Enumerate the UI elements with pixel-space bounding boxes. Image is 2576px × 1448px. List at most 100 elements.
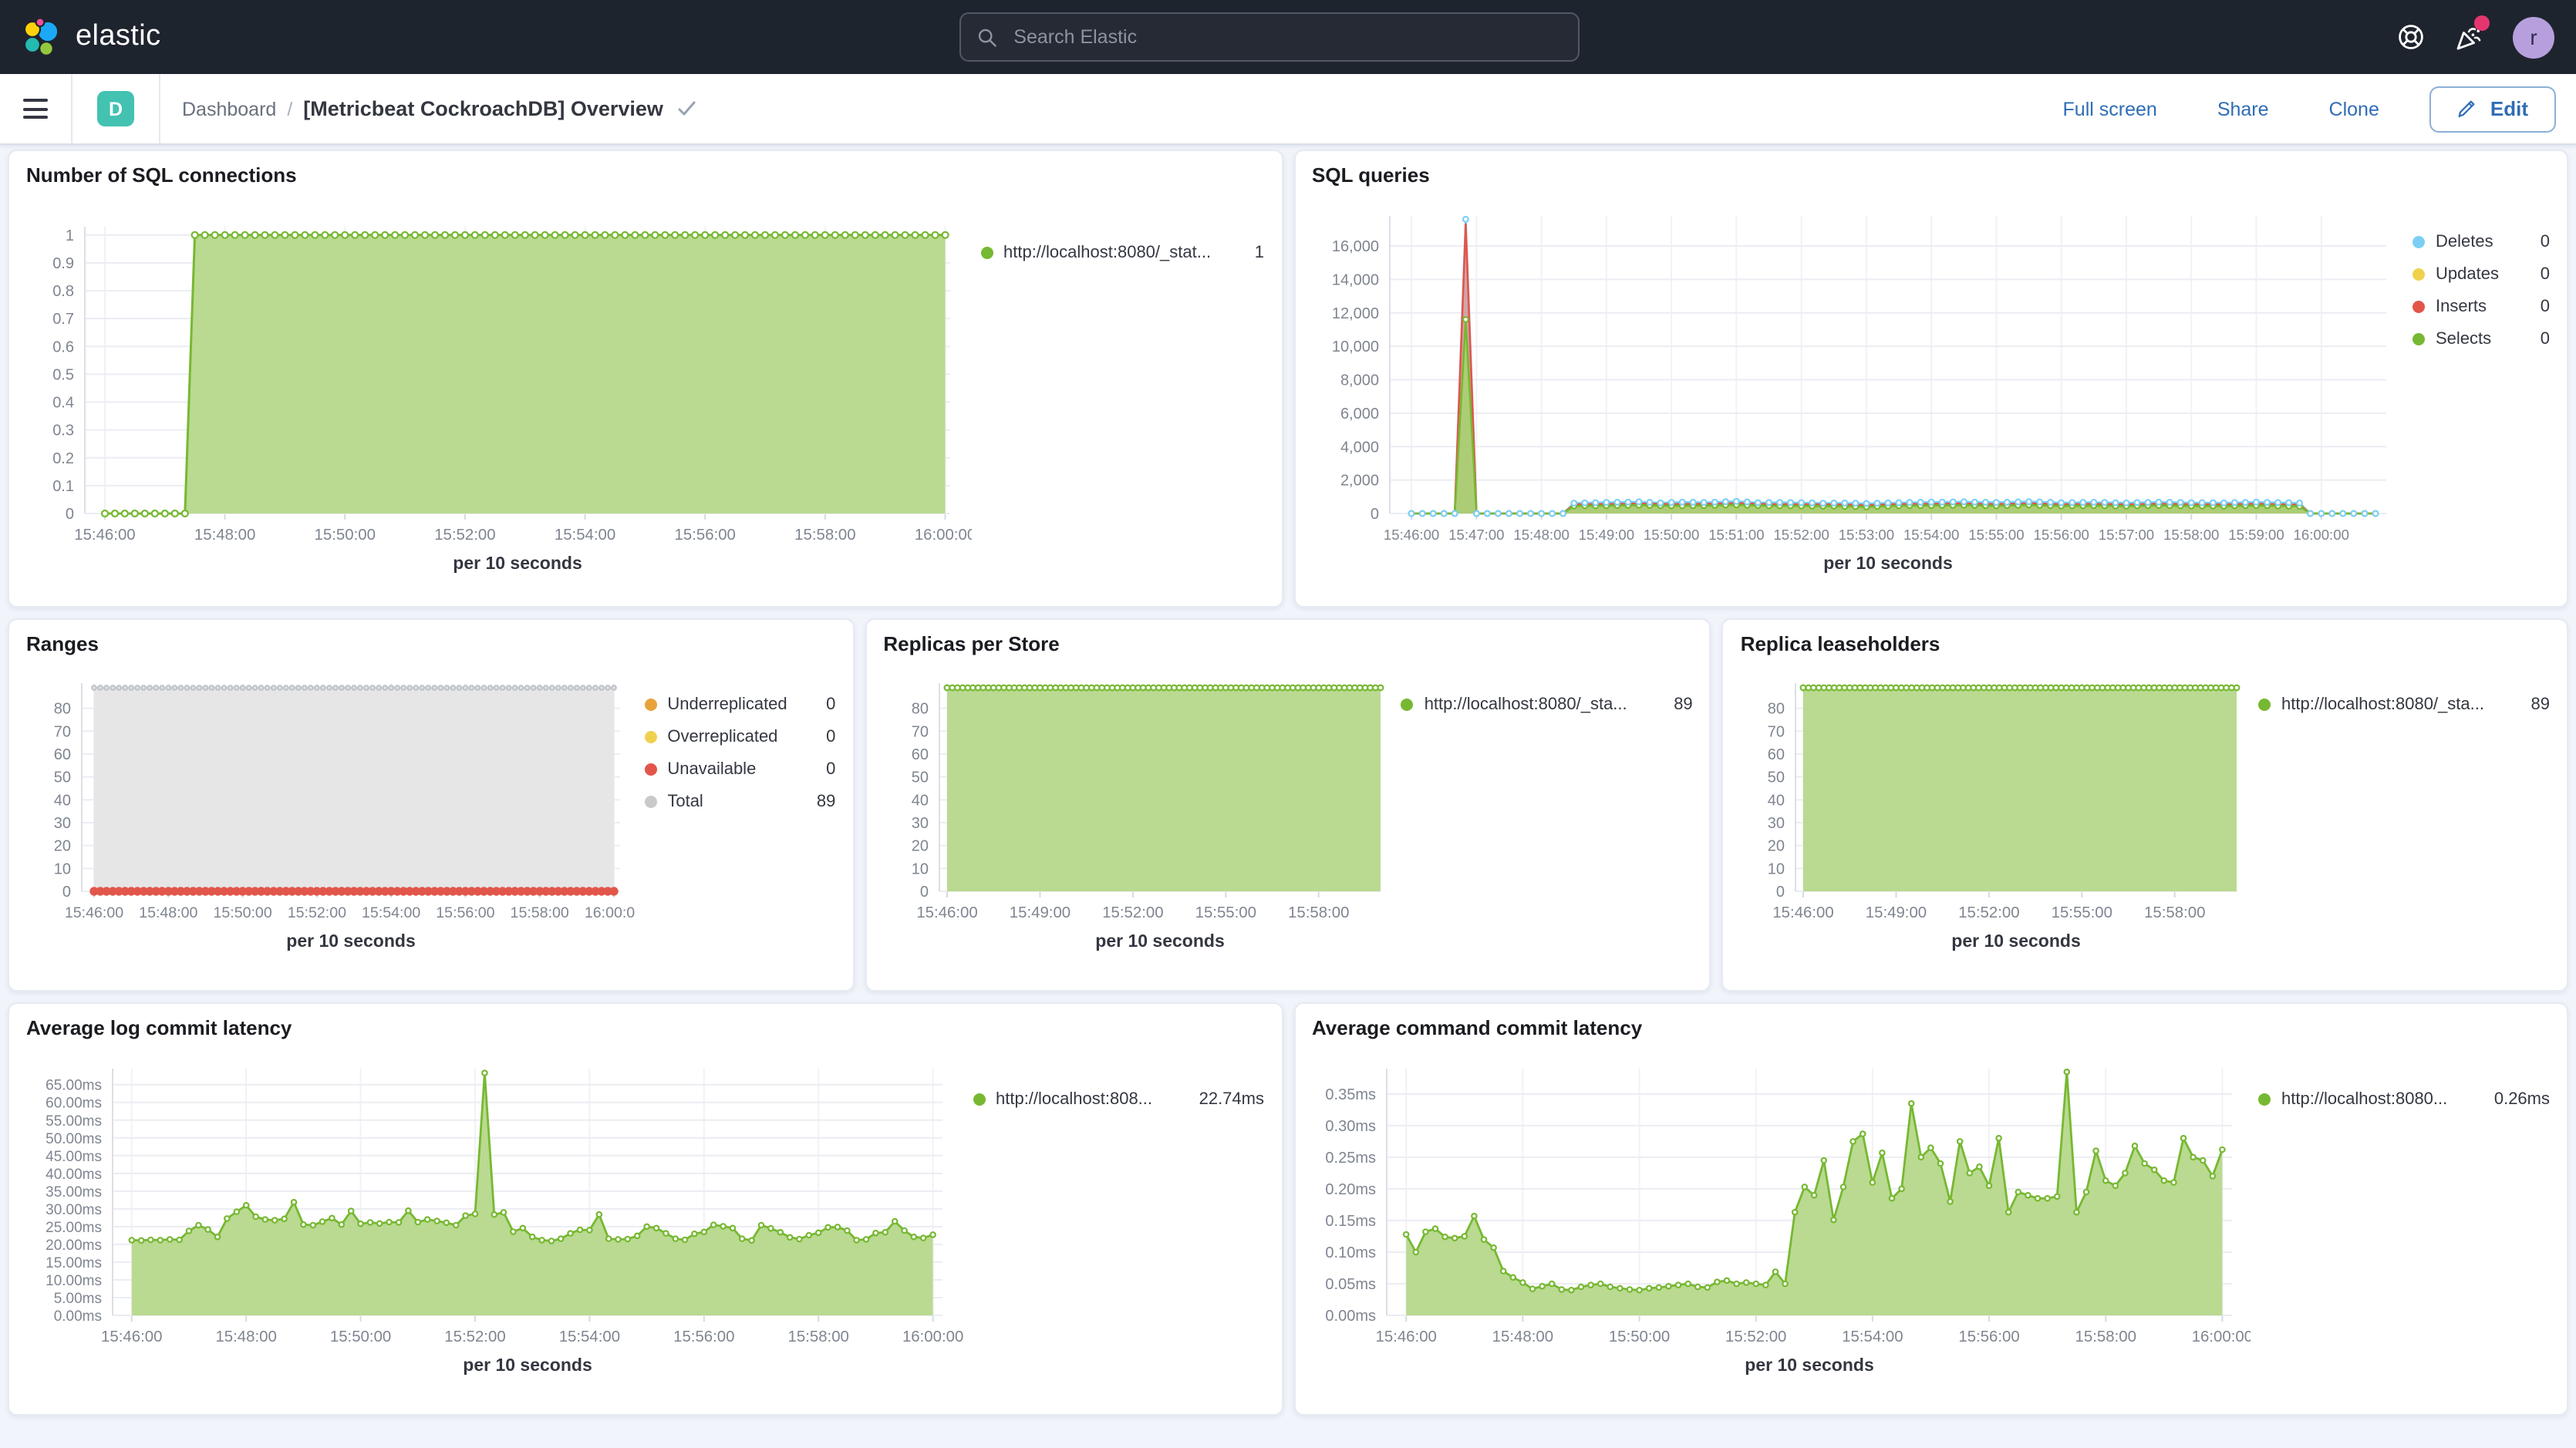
svg-text:15:46:00: 15:46:00	[916, 904, 977, 921]
svg-text:60: 60	[911, 746, 928, 763]
svg-text:0: 0	[1370, 506, 1378, 523]
panel-title[interactable]: Ranges	[26, 632, 835, 660]
legend-value: 0	[826, 727, 835, 746]
full-screen-button[interactable]: Full screen	[2054, 96, 2166, 121]
svg-text:15:50:00: 15:50:00	[1608, 1328, 1669, 1345]
svg-text:15:46:00: 15:46:00	[74, 527, 135, 544]
svg-text:70: 70	[911, 723, 928, 740]
legend-label: Unavailable	[667, 759, 815, 778]
legend-dot-icon	[644, 730, 656, 743]
panel-title[interactable]: Replicas per Store	[883, 632, 1692, 660]
svg-text:15:58:00: 15:58:00	[2075, 1328, 2136, 1345]
chart-sql-connections[interactable]: 00.10.20.30.40.50.60.70.80.9115:46:0015:…	[26, 191, 971, 594]
svg-text:14,000: 14,000	[1331, 271, 1378, 288]
legend-value: 0	[2541, 232, 2550, 251]
svg-text:15:48:00: 15:48:00	[1512, 527, 1568, 543]
legend-item[interactable]: http://localhost:8080/_sta... 89	[2258, 694, 2550, 714]
svg-text:15:58:00: 15:58:00	[511, 904, 569, 921]
panel-title[interactable]: Replica leaseholders	[1741, 632, 2550, 660]
legend-item[interactable]: http://localhost:8080/_stat...1	[980, 242, 1264, 262]
svg-text:12,000: 12,000	[1331, 305, 1378, 322]
area-chart: 0102030405060708015:46:0015:48:0015:50:0…	[26, 660, 636, 978]
page-title[interactable]: [Metricbeat CockroachDB] Overview	[303, 97, 663, 120]
legend-dot-icon	[973, 1093, 985, 1105]
legend-dot-icon	[980, 246, 993, 258]
svg-text:15:52:00: 15:52:00	[434, 527, 495, 544]
svg-text:15:50:00: 15:50:00	[213, 904, 271, 921]
svg-text:15:58:00: 15:58:00	[788, 1328, 849, 1345]
legend-dot-icon	[644, 698, 656, 710]
legend-item[interactable]: Inserts0	[2412, 296, 2550, 316]
panel-replica-leaseholders: Replica leaseholders 0102030405060708015…	[1722, 618, 2568, 992]
user-avatar[interactable]: r	[2513, 16, 2554, 58]
svg-text:15:54:00: 15:54:00	[1903, 527, 1958, 543]
legend-item[interactable]: Unavailable0	[644, 759, 835, 779]
share-button[interactable]: Share	[2208, 96, 2278, 121]
search-field[interactable]	[1010, 25, 1561, 49]
legend-item[interactable]: Underreplicated0	[644, 694, 835, 714]
chart-command-commit-latency[interactable]: 0.00ms0.05ms0.10ms0.15ms0.20ms0.25ms0.30…	[1312, 1044, 2249, 1402]
panel-ranges: Ranges 0102030405060708015:46:0015:48:00…	[8, 618, 854, 992]
svg-text:16:00:00: 16:00:00	[2191, 1328, 2250, 1345]
svg-text:0.4: 0.4	[52, 395, 74, 412]
legend-item[interactable]: Updates0	[2412, 264, 2550, 284]
help-icon[interactable]	[2397, 23, 2425, 51]
top-icons: r	[2397, 16, 2554, 58]
space-badge[interactable]: D	[97, 91, 134, 126]
chart-replica-leaseholders[interactable]: 0102030405060708015:46:0015:49:0015:52:0…	[1741, 660, 2249, 978]
chart-legend: http://localhost:8080...0.26ms	[2249, 1044, 2550, 1402]
chart-replicas-per-store[interactable]: 0102030405060708015:46:0015:49:0015:52:0…	[883, 660, 1391, 978]
legend-item[interactable]: Overreplicated 0	[644, 726, 835, 746]
chart-legend: http://localhost:808...22.74ms	[963, 1044, 1264, 1402]
svg-text:0: 0	[66, 506, 74, 523]
area-chart: 02,0004,0006,0008,00010,00012,00014,0001…	[1312, 191, 2404, 594]
check-icon[interactable]	[677, 100, 697, 117]
chart-log-commit-latency[interactable]: 0.00ms5.00ms10.00ms15.00ms20.00ms25.00ms…	[26, 1044, 963, 1402]
legend-value: 22.74ms	[1199, 1089, 1264, 1108]
panel-title[interactable]: Average log commit latency	[26, 1016, 1264, 1044]
svg-text:15:52:00: 15:52:00	[1772, 527, 1828, 543]
elastic-logo[interactable]: elastic	[22, 17, 161, 57]
panel-title[interactable]: SQL queries	[1312, 163, 2550, 191]
edit-button[interactable]: Edit	[2430, 86, 2556, 132]
breadcrumb-dashboard[interactable]: Dashboard	[182, 98, 276, 120]
svg-text:15:58:00: 15:58:00	[2145, 904, 2206, 921]
clone-button[interactable]: Clone	[2320, 96, 2389, 121]
svg-text:0.00ms: 0.00ms	[54, 1308, 102, 1325]
svg-text:16:00:00: 16:00:00	[902, 1328, 963, 1345]
svg-text:15:52:00: 15:52:00	[444, 1328, 505, 1345]
legend-dot-icon	[2412, 332, 2425, 345]
legend-value: 89	[2531, 695, 2551, 713]
chart-legend: http://localhost:8080/_sta...89	[1392, 660, 1693, 978]
svg-text:10.00ms: 10.00ms	[46, 1273, 102, 1289]
legend-dot-icon	[2258, 698, 2271, 710]
panel-title[interactable]: Average command commit latency	[1312, 1016, 2550, 1044]
svg-text:0: 0	[1777, 884, 1785, 901]
svg-text:40: 40	[911, 792, 928, 809]
search-input[interactable]	[959, 12, 1580, 62]
chart-sql-queries[interactable]: 02,0004,0006,0008,00010,00012,00014,0001…	[1312, 191, 2403, 594]
svg-text:0.9: 0.9	[52, 255, 74, 272]
legend-item[interactable]: Total89	[644, 791, 835, 811]
elastic-logo-icon	[22, 17, 62, 57]
legend-item[interactable]: http://localhost:808...22.74ms	[973, 1089, 1264, 1109]
panel-title[interactable]: Number of SQL connections	[26, 163, 1264, 191]
legend-item[interactable]: Selects0	[2412, 328, 2550, 349]
svg-text:15:49:00: 15:49:00	[1866, 904, 1927, 921]
legend-item[interactable]: http://localhost:8080/_sta...89	[1401, 694, 1693, 714]
svg-text:80: 80	[911, 701, 928, 718]
top-nav: elastic	[0, 0, 2576, 74]
svg-text:40: 40	[1768, 792, 1785, 809]
legend-label: Overreplicated	[667, 727, 815, 746]
svg-text:30.00ms: 30.00ms	[46, 1202, 102, 1218]
svg-text:60: 60	[1768, 746, 1785, 763]
legend-label: http://localhost:8080/_sta...	[2281, 695, 2520, 713]
svg-text:15:48:00: 15:48:00	[139, 904, 197, 921]
legend-item[interactable]: Deletes0	[2412, 231, 2550, 251]
legend-item[interactable]: http://localhost:8080...0.26ms	[2258, 1089, 2550, 1109]
chart-ranges[interactable]: 0102030405060708015:46:0015:48:0015:50:0…	[26, 660, 635, 978]
menu-icon[interactable]	[0, 74, 72, 143]
newsfeed-icon[interactable]	[2454, 22, 2483, 52]
svg-text:20: 20	[1768, 838, 1785, 855]
svg-text:80: 80	[54, 701, 71, 718]
